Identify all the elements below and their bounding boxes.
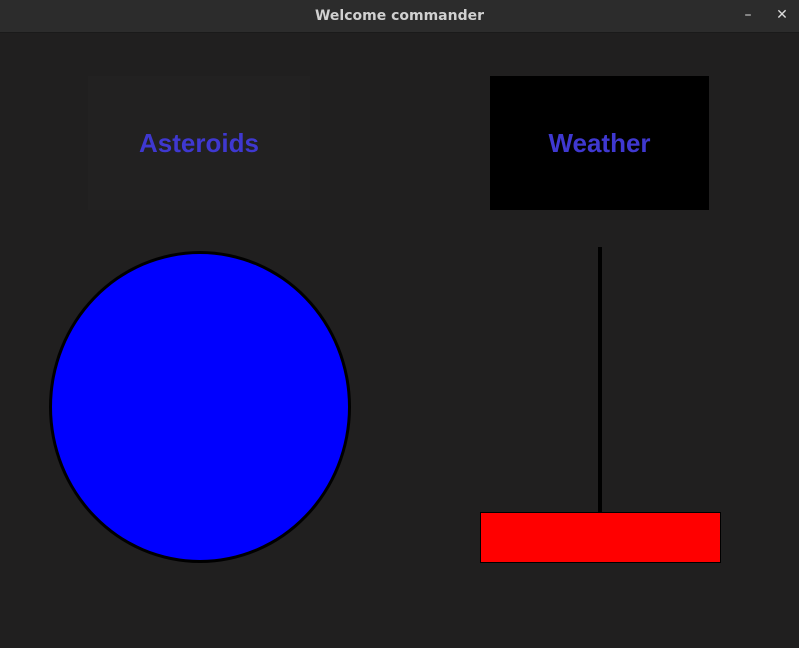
close-icon[interactable]: ✕ (767, 0, 797, 33)
title-bar[interactable]: Welcome commander – ✕ (0, 0, 799, 33)
pole (598, 247, 602, 513)
window-title: Welcome commander (314, 8, 485, 24)
minimize-icon[interactable]: – (733, 0, 763, 33)
red-bar (480, 512, 721, 563)
blue-circle (49, 251, 351, 563)
asteroids-button[interactable]: Asteroids (88, 76, 310, 210)
asteroids-label: Asteroids (139, 127, 259, 158)
app-window: Welcome commander – ✕ Asteroids Weather (0, 0, 799, 648)
weather-label: Weather (548, 127, 651, 158)
weather-button[interactable]: Weather (490, 76, 709, 210)
